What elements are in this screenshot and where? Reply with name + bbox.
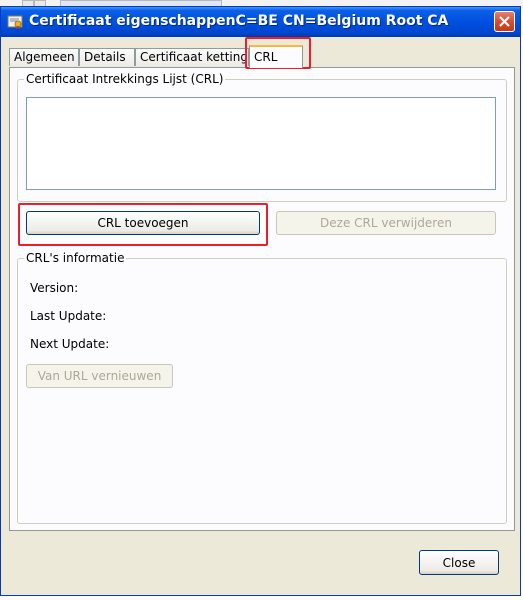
next-update-label: Next Update: bbox=[30, 337, 110, 351]
crl-list-legend: Certificaat Intrekkings Lijst (CRL) bbox=[24, 72, 226, 86]
certificate-icon bbox=[7, 13, 24, 30]
remove-crl-button[interactable]: Deze CRL verwijderen bbox=[276, 211, 496, 235]
last-update-label: Last Update: bbox=[30, 309, 107, 323]
tab-details[interactable]: Details bbox=[79, 48, 135, 66]
tab-algemeen[interactable]: Algemeen bbox=[9, 48, 79, 66]
crl-info-group: CRL's informatie bbox=[17, 251, 507, 524]
tab-crl[interactable]: CRL bbox=[249, 45, 303, 68]
close-window-button[interactable] bbox=[494, 11, 515, 32]
certificate-properties-dialog: Certificaat eigenschappenC=BE CN=Belgium… bbox=[0, 6, 521, 596]
tab-strip: Algemeen Details Certificaat ketting CRL bbox=[9, 45, 515, 68]
tab-certificaat-ketting[interactable]: Certificaat ketting bbox=[135, 48, 249, 66]
window-title: Certificaat eigenschappenC=BE CN=Belgium… bbox=[29, 13, 449, 29]
crl-info-legend: CRL's informatie bbox=[24, 251, 127, 265]
close-button[interactable]: Close bbox=[419, 550, 499, 575]
version-label: Version: bbox=[30, 281, 79, 295]
title-bar[interactable]: Certificaat eigenschappenC=BE CN=Belgium… bbox=[1, 7, 520, 37]
crl-tab-panel: Certificaat Intrekkings Lijst (CRL) CRL … bbox=[9, 67, 515, 531]
renew-from-url-button[interactable]: Van URL vernieuwen bbox=[26, 364, 173, 388]
add-crl-button[interactable]: CRL toevoegen bbox=[26, 211, 260, 235]
close-icon bbox=[499, 16, 510, 27]
crl-list[interactable] bbox=[26, 97, 496, 190]
